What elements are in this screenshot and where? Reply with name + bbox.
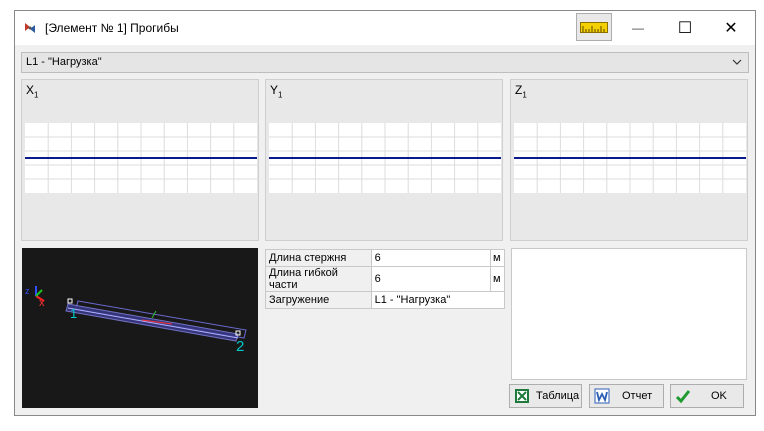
load-case-dropdown[interactable]: L1 - "Нагрузка"	[21, 52, 749, 73]
check-icon	[675, 390, 691, 404]
axis-z-label: z	[25, 286, 30, 296]
plot-y-label: Y1	[270, 83, 283, 100]
close-button[interactable]: ✕	[708, 11, 754, 45]
table-button[interactable]: Таблица	[509, 384, 582, 408]
maximize-button[interactable]: ☐	[662, 11, 708, 45]
minimize-button[interactable]: —	[615, 11, 661, 45]
app-icon	[25, 23, 35, 33]
property-row: Длина стержня 6 м	[265, 249, 506, 267]
plot-z-chart	[514, 123, 746, 193]
property-row: Длина гибкой части 6 м	[265, 266, 506, 292]
plot-z-label: Z1	[515, 83, 527, 100]
report-button[interactable]: Отчет	[589, 384, 664, 408]
property-unit: м	[489, 266, 506, 292]
beam-model	[65, 298, 247, 342]
axes-triad-icon: x z	[25, 286, 45, 309]
info-panel	[511, 248, 747, 380]
plot-x: X1	[21, 79, 259, 241]
property-label: Длина стержня	[265, 249, 372, 267]
plot-y-chart	[269, 123, 501, 193]
load-case-value: L1 - "Нагрузка"	[26, 56, 102, 68]
close-icon: ✕	[724, 20, 738, 37]
property-label: Загружение	[265, 291, 372, 309]
ruler-icon	[580, 22, 608, 33]
properties-table: Длина стержня 6 м Длина гибкой части 6 м Загру…	[265, 249, 506, 309]
plot-y: Y1	[265, 79, 503, 241]
plot-x-chart	[25, 123, 257, 193]
property-value[interactable]: 6	[370, 249, 491, 267]
property-row: Загружение L1 - "Нагрузка"	[265, 291, 506, 309]
ok-button[interactable]: OK	[670, 384, 744, 408]
title-bar[interactable]: [Элемент № 1] Прогибы — ☐ ✕	[15, 11, 755, 45]
node-label-end: 2	[236, 338, 244, 355]
window-title: [Элемент № 1] Прогибы	[45, 21, 179, 35]
ok-button-label: OK	[711, 390, 727, 402]
chevron-down-icon	[732, 59, 742, 65]
excel-icon	[515, 389, 529, 403]
plot-z: Z1	[510, 79, 748, 241]
3d-view[interactable]: x z 1 2	[22, 248, 258, 408]
deflection-window: [Элемент № 1] Прогибы — ☐ ✕ L1 - "Нагруз…	[14, 10, 756, 416]
table-button-label: Таблица	[536, 390, 580, 402]
report-button-label: Отчет	[622, 390, 653, 402]
property-unit: м	[489, 249, 506, 267]
plot-x-label: X1	[26, 83, 39, 100]
axis-x-label: x	[39, 297, 45, 309]
property-value[interactable]: L1 - "Нагрузка"	[370, 291, 506, 309]
node-label-start: 1	[70, 306, 77, 321]
word-icon	[594, 388, 610, 404]
maximize-icon: ☐	[677, 20, 693, 37]
ruler-button[interactable]	[576, 13, 612, 41]
minimize-icon: —	[632, 21, 644, 35]
property-value[interactable]: 6	[370, 266, 491, 292]
property-label: Длина гибкой части	[265, 266, 372, 292]
